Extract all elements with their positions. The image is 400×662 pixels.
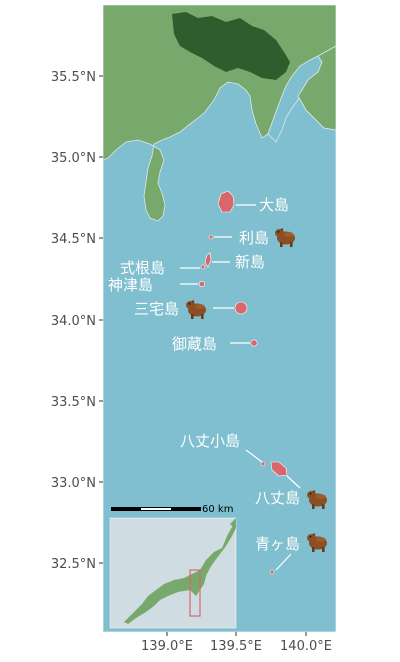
y-tick-label: 34.5°N — [51, 232, 96, 247]
scale-bar-label: 60 km — [202, 504, 233, 515]
y-tick-label: 33.5°N — [51, 395, 96, 410]
island-miyakejima — [234, 301, 248, 315]
label-oshima: 大島 — [259, 196, 289, 214]
x-axis: 139.0°E 139.5°E 140.0°E — [141, 632, 332, 654]
inset-map — [109, 517, 237, 629]
x-tick-label: 139.0°E — [141, 639, 193, 654]
y-tick-label: 32.5°N — [51, 557, 96, 572]
label-hachijokojima: 八丈小島 — [180, 432, 240, 450]
island-toshima — [208, 234, 214, 240]
island-mikurajima — [250, 339, 258, 347]
label-aogashima: 青ヶ島 — [255, 535, 300, 553]
label-hachijojima: 八丈島 — [255, 489, 300, 507]
label-mikurajima: 御蔵島 — [172, 335, 217, 353]
label-shikinejima: 式根島 — [120, 259, 165, 277]
y-tick-label: 35.5°N — [51, 70, 96, 85]
label-miyakejima: 三宅島 — [134, 300, 179, 318]
x-tick-label: 140.0°E — [280, 639, 332, 654]
y-tick-label: 35.0°N — [51, 151, 96, 166]
label-toshima: 利島 — [239, 229, 269, 247]
y-tick-label: 33.0°N — [51, 476, 96, 491]
label-niijima: 新島 — [235, 253, 265, 271]
map-figure: 大島 利島 新島 式根島 神津島 三宅島 御蔵島 八丈小島 八丈島 青ヶ島 60… — [51, 5, 336, 654]
island-shikinejima — [200, 264, 206, 270]
island-hachijokojima — [260, 461, 266, 467]
label-kozushima: 神津島 — [108, 276, 153, 294]
y-tick-label: 34.0°N — [51, 314, 96, 329]
inset-background — [109, 517, 237, 629]
island-aogashima — [269, 569, 275, 575]
island-kozushima — [198, 280, 206, 288]
map-panel: 大島 利島 新島 式根島 神津島 三宅島 御蔵島 八丈小島 八丈島 青ヶ島 60… — [103, 5, 336, 632]
y-axis: 35.5°N 35.0°N 34.5°N 34.0°N 33.5°N 33.0°… — [51, 70, 103, 572]
x-tick-label: 139.5°E — [210, 639, 262, 654]
